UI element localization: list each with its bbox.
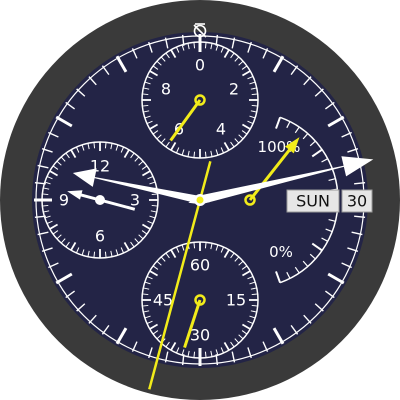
subdial-tick <box>251 293 258 296</box>
bottom-subdial-label: 30 <box>190 326 210 345</box>
subdial-tick <box>151 204 158 207</box>
top-subdial-label: 0 <box>195 56 205 75</box>
subdial-tick <box>104 251 107 258</box>
subdial-tick <box>142 93 149 96</box>
bottom-subdial-label: 15 <box>226 291 246 310</box>
subdial-tick <box>151 193 158 196</box>
bottom-subdial-label: 60 <box>190 256 210 275</box>
subdial-tick <box>142 104 149 107</box>
weekday-text: SUN <box>296 192 330 211</box>
left-subdial-label: 3 <box>130 191 140 210</box>
bottom-subdial-label: 45 <box>153 291 173 310</box>
top-subdial-label: 2 <box>229 80 239 99</box>
subdial-tick <box>204 351 207 358</box>
subdial-tick <box>93 251 96 258</box>
subdial-tick <box>42 193 49 196</box>
subdial-tick <box>142 304 149 307</box>
left-subdial-label: 6 <box>95 227 105 246</box>
top-subdial-label: 4 <box>216 120 226 139</box>
left-subdial-label: 9 <box>59 191 69 210</box>
subdial-tick <box>142 293 149 296</box>
battery-empty-label: 0% <box>269 243 293 261</box>
subdial-tick <box>204 151 207 158</box>
subdial-tick <box>251 304 258 307</box>
subdial-tick <box>193 242 196 249</box>
watch-face-svg: 0 2 4 6 8 12 3 6 9 60 15 30 45 100% 0% S… <box>0 0 400 400</box>
subdial-tick <box>193 42 196 49</box>
subdial-tick <box>104 142 107 149</box>
subdial-tick <box>251 93 258 96</box>
subdial-tick <box>193 151 196 158</box>
subdial-tick <box>251 104 258 107</box>
subdial-tick <box>42 204 49 207</box>
day-text: 30 <box>347 192 367 211</box>
watch-face: 0 2 4 6 8 12 3 6 9 60 15 30 45 100% 0% S… <box>0 0 400 400</box>
top-subdial-label: 8 <box>161 80 171 99</box>
subdial-tick <box>193 351 196 358</box>
subdial-tick <box>204 242 207 249</box>
subdial-tick <box>204 42 207 49</box>
subdial-tick <box>93 142 96 149</box>
center-pivot-accent <box>196 196 204 204</box>
date-window: SUN 30 <box>286 189 373 213</box>
